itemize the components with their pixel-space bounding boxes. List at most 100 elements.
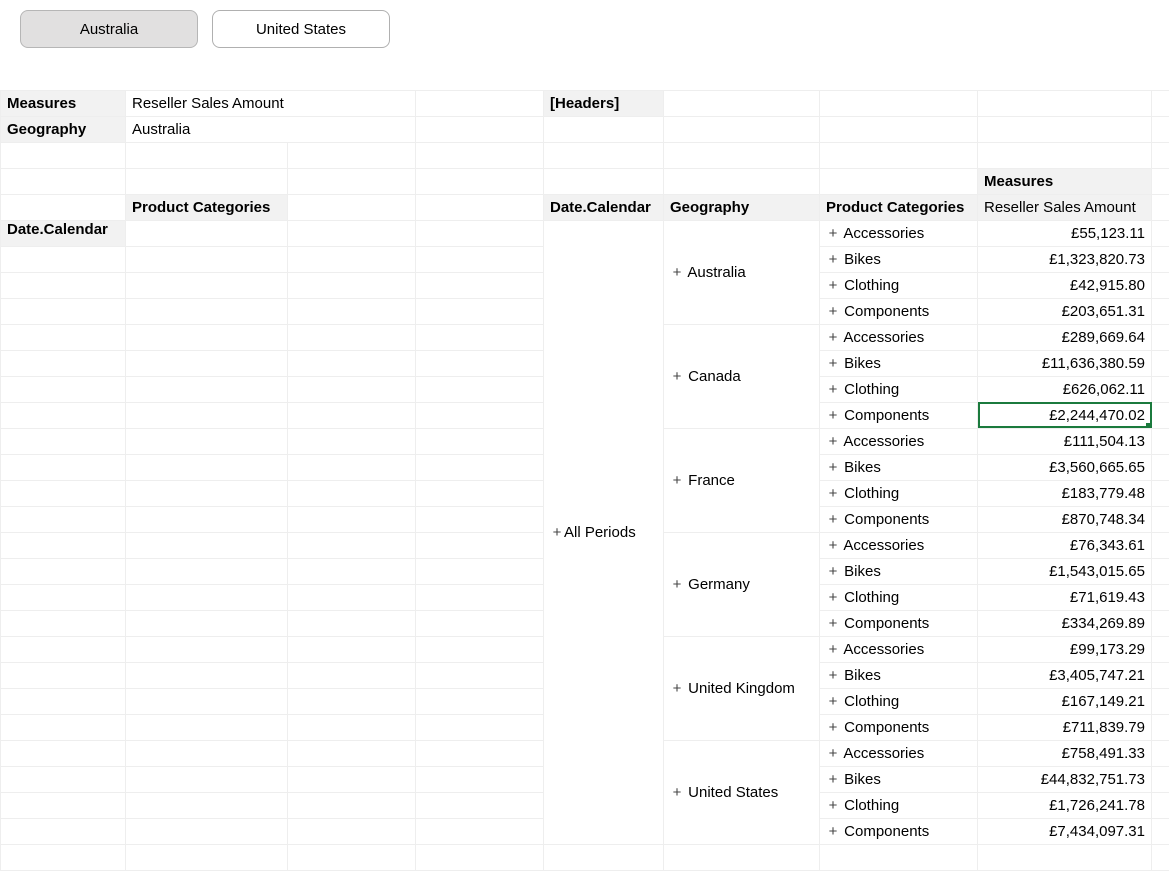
cell-product-category[interactable]: + Components (820, 506, 978, 532)
slicer-button-united-states[interactable]: United States (212, 10, 390, 48)
cell-value[interactable]: £289,669.64 (978, 324, 1152, 350)
cell-geography[interactable]: + France (664, 428, 820, 532)
cell-value[interactable]: £1,323,820.73 (978, 246, 1152, 272)
header-right-datecal[interactable]: Date.Calendar (544, 194, 664, 220)
expand-icon[interactable]: + (826, 511, 840, 528)
cell-product-category[interactable]: + Accessories (820, 428, 978, 454)
cell-value[interactable]: £183,779.48 (978, 480, 1152, 506)
cell-product-category[interactable]: + Clothing (820, 688, 978, 714)
cell-value[interactable]: £2,244,470.02 (978, 402, 1152, 428)
expand-icon[interactable]: + (826, 381, 840, 398)
expand-icon[interactable]: + (826, 771, 840, 788)
cell-value[interactable]: £99,173.29 (978, 636, 1152, 662)
cell-value[interactable]: £3,560,665.65 (978, 454, 1152, 480)
expand-icon[interactable]: + (550, 524, 564, 541)
expand-icon[interactable]: + (826, 251, 840, 268)
value-measures[interactable]: Reseller Sales Amount (126, 90, 416, 116)
cell-value[interactable]: £111,504.13 (978, 428, 1152, 454)
cell-product-category[interactable]: + Components (820, 298, 978, 324)
cell-geography[interactable]: + Germany (664, 532, 820, 636)
expand-icon[interactable]: + (826, 407, 840, 424)
cell-product-category[interactable]: + Clothing (820, 792, 978, 818)
expand-icon[interactable]: + (670, 680, 684, 697)
cell-product-category[interactable]: + Clothing (820, 584, 978, 610)
cell-value[interactable]: £334,269.89 (978, 610, 1152, 636)
cell-geography[interactable]: + United States (664, 740, 820, 844)
expand-icon[interactable]: + (826, 797, 840, 814)
expand-icon[interactable]: + (826, 745, 840, 762)
cell-value[interactable]: £11,636,380.59 (978, 350, 1152, 376)
cell-geography[interactable]: + Canada (664, 324, 820, 428)
cell-product-category[interactable]: + Clothing (820, 376, 978, 402)
cell-geography[interactable]: + United Kingdom (664, 636, 820, 740)
cell-product-category[interactable]: + Bikes (820, 246, 978, 272)
expand-icon[interactable]: + (826, 277, 840, 294)
cell-value[interactable]: £1,726,241.78 (978, 792, 1152, 818)
slicer-row: Australia United States (0, 0, 1169, 48)
expand-icon[interactable]: + (670, 784, 684, 801)
expand-icon[interactable]: + (670, 368, 684, 385)
cell-value[interactable]: £71,619.43 (978, 584, 1152, 610)
cell-product-category[interactable]: + Components (820, 714, 978, 740)
cell-value[interactable]: £167,149.21 (978, 688, 1152, 714)
expand-icon[interactable]: + (826, 433, 840, 450)
expand-icon[interactable]: + (826, 537, 840, 554)
cell-value[interactable]: £42,915.80 (978, 272, 1152, 298)
expand-icon[interactable]: + (826, 355, 840, 372)
cell-value[interactable]: £1,543,015.65 (978, 558, 1152, 584)
cell-geography[interactable]: + Australia (664, 220, 820, 324)
expand-icon[interactable]: + (826, 589, 840, 606)
cell-value[interactable]: £76,343.61 (978, 532, 1152, 558)
expand-icon[interactable]: + (670, 576, 684, 593)
expand-icon[interactable]: + (826, 303, 840, 320)
cell-product-category[interactable]: + Accessories (820, 220, 978, 246)
cell-product-category[interactable]: + Bikes (820, 766, 978, 792)
cell-product-category[interactable]: + Accessories (820, 740, 978, 766)
cell-product-category[interactable]: + Bikes (820, 350, 978, 376)
expand-icon[interactable]: + (826, 667, 840, 684)
cell-product-category[interactable]: + Components (820, 402, 978, 428)
cell-product-category[interactable]: + Bikes (820, 454, 978, 480)
cell-product-category[interactable]: + Components (820, 610, 978, 636)
slicer-button-australia[interactable]: Australia (20, 10, 198, 48)
cell-value[interactable]: £44,832,751.73 (978, 766, 1152, 792)
expand-icon[interactable]: + (826, 693, 840, 710)
cell-value[interactable]: £711,839.79 (978, 714, 1152, 740)
expand-icon[interactable]: + (670, 472, 684, 489)
expand-icon[interactable]: + (826, 225, 840, 242)
header-right-prodcat[interactable]: Product Categories (820, 194, 978, 220)
cell-value[interactable]: £758,491.33 (978, 740, 1152, 766)
cell-value[interactable]: £55,123.11 (978, 220, 1152, 246)
expand-icon[interactable]: + (826, 329, 840, 346)
cell-product-category[interactable]: + Accessories (820, 532, 978, 558)
value-geography[interactable]: Australia (126, 116, 416, 142)
cell-product-category[interactable]: + Accessories (820, 324, 978, 350)
product-category-label: Bikes (844, 771, 881, 788)
cell-product-category[interactable]: + Components (820, 818, 978, 844)
expand-icon[interactable]: + (826, 485, 840, 502)
header-right-geography[interactable]: Geography (664, 194, 820, 220)
cell-value[interactable]: £870,748.34 (978, 506, 1152, 532)
product-category-label: Accessories (843, 329, 924, 346)
cell-product-category[interactable]: + Clothing (820, 272, 978, 298)
cell-value[interactable]: £7,434,097.31 (978, 818, 1152, 844)
cell-product-category[interactable]: + Clothing (820, 480, 978, 506)
expand-icon[interactable]: + (826, 641, 840, 658)
header-left-datecal[interactable]: Date.Calendar (1, 220, 126, 246)
product-category-label: Components (844, 303, 929, 320)
worksheet-grid[interactable]: Measures Reseller Sales Amount [Headers]… (0, 56, 1169, 871)
cell-product-category[interactable]: + Bikes (820, 662, 978, 688)
cell-product-category[interactable]: + Accessories (820, 636, 978, 662)
cell-product-category[interactable]: + Bikes (820, 558, 978, 584)
expand-icon[interactable]: + (826, 719, 840, 736)
expand-icon[interactable]: + (826, 563, 840, 580)
cell-value[interactable]: £203,651.31 (978, 298, 1152, 324)
expand-icon[interactable]: + (826, 823, 840, 840)
expand-icon[interactable]: + (826, 615, 840, 632)
expand-icon[interactable]: + (670, 264, 684, 281)
cell-value[interactable]: £626,062.11 (978, 376, 1152, 402)
header-left-prodcat[interactable]: Product Categories (126, 194, 288, 220)
expand-icon[interactable]: + (826, 459, 840, 476)
cell-all-periods[interactable]: +All Periods (544, 220, 664, 844)
cell-value[interactable]: £3,405,747.21 (978, 662, 1152, 688)
